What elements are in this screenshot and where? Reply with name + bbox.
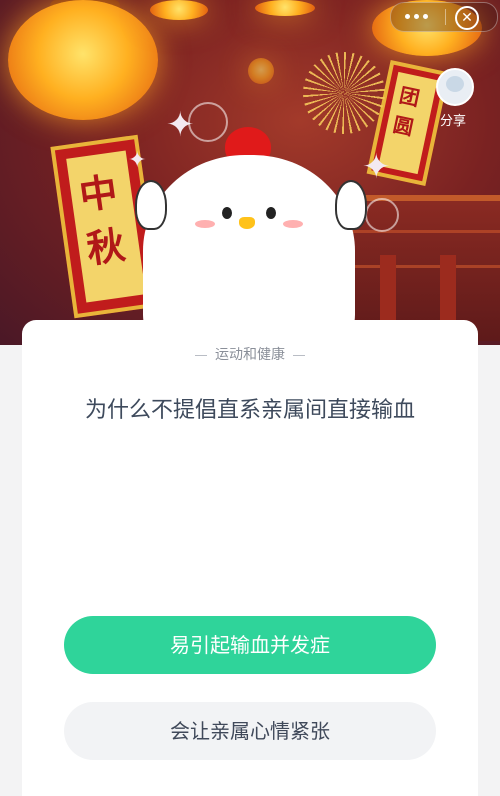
lantern (150, 0, 208, 20)
chick-eye (266, 207, 276, 219)
decorative-circle (365, 198, 399, 232)
chick-hand (135, 180, 167, 230)
firework (303, 52, 385, 134)
banner-char: 中 (76, 168, 121, 219)
chick-body (143, 155, 355, 345)
quiz-category: 运动和健康 (22, 344, 478, 364)
answer-option-1[interactable]: 易引起输血并发症 (64, 616, 436, 674)
chick-hand (335, 180, 367, 230)
sparkle-icon: ✦ (362, 147, 391, 187)
chick-cheek (283, 220, 303, 228)
chick-eye (222, 207, 232, 219)
banner-char: 秋 (83, 221, 128, 272)
lantern (248, 58, 274, 84)
more-icon[interactable] (405, 14, 429, 20)
quiz-question: 为什么不提倡直系亲属间直接输血 (84, 398, 415, 423)
close-icon[interactable]: ✕ (455, 6, 479, 30)
chick-beak (239, 217, 255, 229)
share-button[interactable]: 分享 (427, 62, 479, 134)
chick-cheek (195, 220, 215, 228)
quiz-screen: 中 秋 团 圆 ✦ ✦ ✦ ✕ 分享 运动和健康 为什么不提倡直系亲属间直接输血… (0, 0, 500, 796)
lantern (8, 0, 158, 120)
category-label: 运动和健康 (215, 347, 285, 363)
festival-header-illustration: 中 秋 团 圆 ✦ ✦ ✦ ✕ 分享 (0, 0, 500, 345)
capsule-divider (445, 9, 446, 25)
share-label: 分享 (439, 114, 466, 129)
share-icon (436, 68, 474, 106)
lantern (255, 0, 315, 16)
mini-program-capsule: ✕ (390, 2, 498, 32)
chick-mascot (135, 125, 367, 345)
answer-option-2[interactable]: 会让亲属心情紧张 (64, 702, 436, 760)
